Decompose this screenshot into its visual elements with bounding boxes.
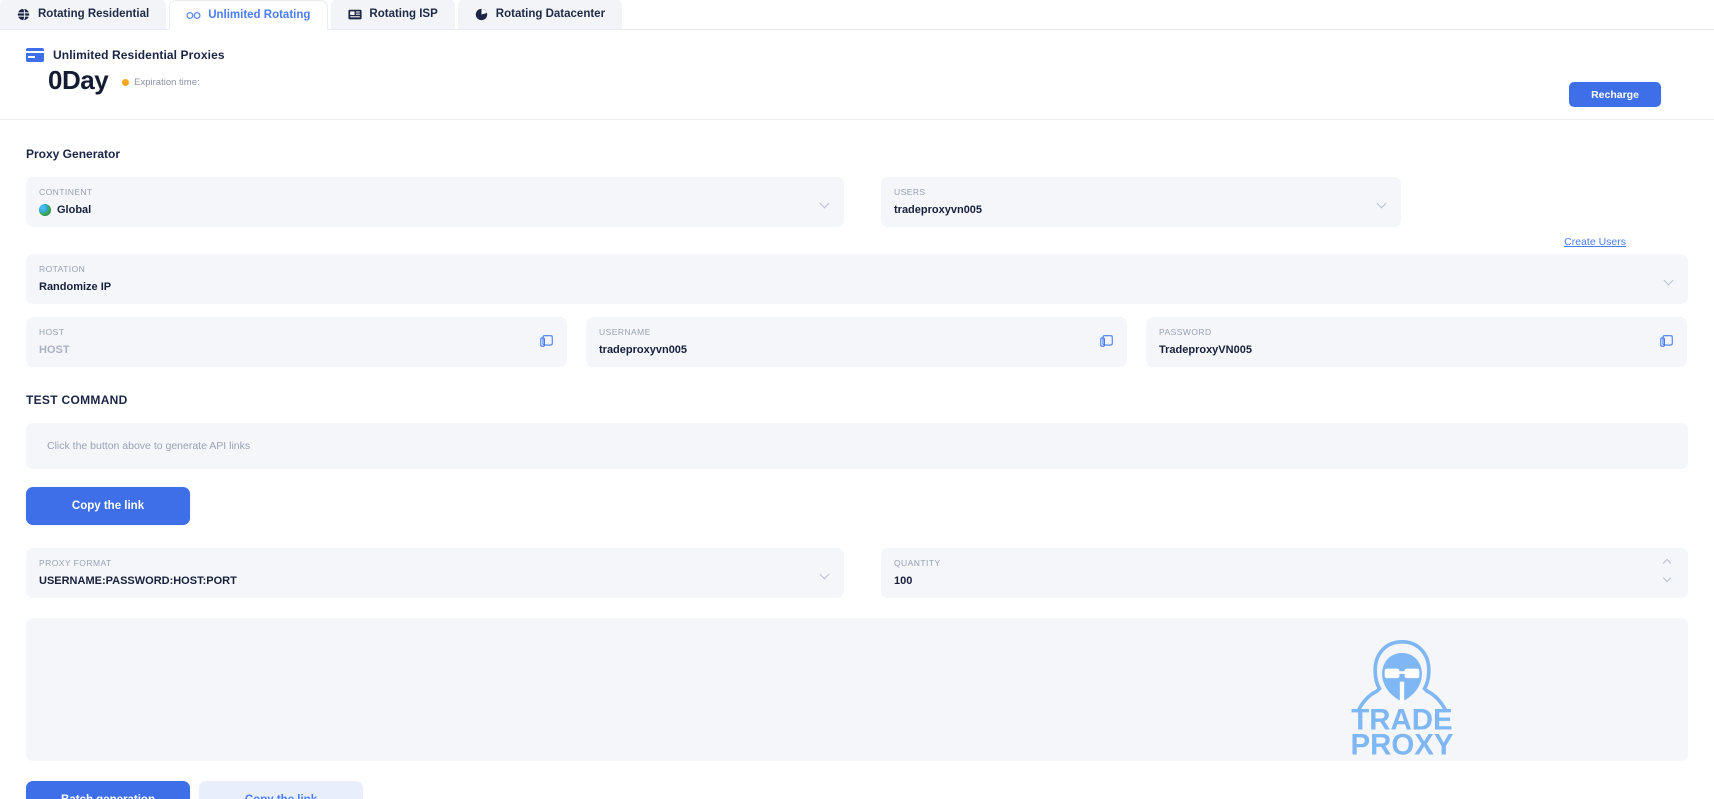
server-icon xyxy=(347,7,362,22)
rotation-select[interactable]: ROTATION Randomize IP xyxy=(26,254,1688,304)
globe-icon xyxy=(39,204,51,216)
quantity-label: QUANTITY xyxy=(894,558,941,568)
api-link-output: Click the button above to generate API l… xyxy=(26,423,1688,469)
row-gap xyxy=(844,177,881,227)
expiration-time: Expiration time: xyxy=(122,77,204,88)
plan-title-row: Unlimited Residential Proxies xyxy=(26,48,1714,62)
continent-users-row: CONTINENT Global USERS tradeproxyvn005 xyxy=(26,177,1688,227)
create-users-link[interactable]: Create Users xyxy=(1564,236,1626,248)
tab-label: Unlimited Rotating xyxy=(208,9,311,21)
status-dot-icon xyxy=(122,79,130,86)
copy-icon[interactable] xyxy=(1100,335,1113,348)
bottom-action-row: Batch generation Copy the link xyxy=(26,781,1688,799)
host-label: HOST xyxy=(39,327,65,337)
chevron-up-icon[interactable] xyxy=(1662,558,1672,568)
proxy-type-tabbar: Rotating Residential Unlimited Rotating … xyxy=(0,0,1714,30)
globe-icon xyxy=(16,7,31,22)
quantity-spinner xyxy=(1662,558,1672,585)
tab-rotating-residential[interactable]: Rotating Residential xyxy=(0,0,167,29)
quantity-stepper[interactable]: QUANTITY 100 xyxy=(881,548,1688,598)
expiration-label: Expiration time: xyxy=(134,77,200,88)
rotation-value: Randomize IP xyxy=(39,281,112,293)
recharge-button[interactable]: Recharge xyxy=(1569,82,1661,107)
batch-generation-button[interactable]: Batch generation xyxy=(26,781,190,799)
days-remaining: 0Day xyxy=(48,65,109,95)
copy-icon[interactable] xyxy=(540,335,553,348)
chevron-down-icon[interactable] xyxy=(1662,573,1672,585)
continent-value: Global xyxy=(57,204,92,216)
continent-label: CONTINENT xyxy=(39,187,93,197)
password-field[interactable]: PASSWORD TradeproxyVN005 xyxy=(1146,317,1687,367)
plan-title: Unlimited Residential Proxies xyxy=(53,48,225,62)
tab-rotating-isp[interactable]: Rotating ISP xyxy=(331,0,455,29)
tab-label: Rotating Datacenter xyxy=(495,8,606,20)
tab-unlimited-rotating[interactable]: Unlimited Rotating xyxy=(169,0,329,30)
continent-value-wrap: Global xyxy=(39,203,830,217)
username-value: tradeproxyvn005 xyxy=(599,344,688,356)
account-summary-card: Unlimited Residential Proxies 0Day Expir… xyxy=(0,30,1714,120)
users-value: tradeproxyvn005 xyxy=(894,204,983,216)
infinity-icon xyxy=(186,8,201,23)
format-quantity-row: PROXY FORMAT USERNAME:PASSWORD:HOST:PORT… xyxy=(26,548,1688,598)
tab-label: Rotating Residential xyxy=(38,8,150,20)
password-label: PASSWORD xyxy=(1159,327,1212,337)
proxy-format-select[interactable]: PROXY FORMAT USERNAME:PASSWORD:HOST:PORT xyxy=(26,548,844,598)
tradeproxy-watermark-logo: TRADE PROXY xyxy=(1350,634,1454,762)
create-users-row: Create Users xyxy=(26,236,1688,248)
proxy-format-label: PROXY FORMAT xyxy=(39,558,112,568)
plan-card-icon xyxy=(26,48,44,62)
continent-select[interactable]: CONTINENT Global xyxy=(26,177,844,227)
copy-icon[interactable] xyxy=(1660,335,1673,348)
row-gap xyxy=(844,548,881,598)
plan-days-row: 0Day Expiration time: xyxy=(48,65,1714,96)
host-value: HOST xyxy=(39,344,70,356)
quantity-value: 100 xyxy=(894,575,913,587)
users-select[interactable]: USERS tradeproxyvn005 xyxy=(881,177,1401,227)
proxy-list-output[interactable]: TRADE PROXY xyxy=(26,618,1688,761)
username-label: USERNAME xyxy=(599,327,651,337)
pie-chart-icon xyxy=(474,7,489,22)
tab-label: Rotating ISP xyxy=(369,8,438,20)
api-link-hint: Click the button above to generate API l… xyxy=(47,440,251,452)
copy-link-button-bottom[interactable]: Copy the link xyxy=(199,781,363,799)
tab-rotating-datacenter[interactable]: Rotating Datacenter xyxy=(457,0,623,29)
watermark-line2: PROXY xyxy=(1350,728,1453,757)
proxy-format-value: USERNAME:PASSWORD:HOST:PORT xyxy=(39,575,237,587)
credentials-row: HOST HOST USERNAME tradeproxyvn005 PASSW… xyxy=(26,317,1688,367)
host-field[interactable]: HOST HOST xyxy=(26,317,567,367)
username-field[interactable]: USERNAME tradeproxyvn005 xyxy=(586,317,1127,367)
test-command-title: TEST COMMAND xyxy=(26,393,128,407)
proxy-generator-panel: Proxy Generator CONTINENT Global USERS t… xyxy=(0,147,1714,799)
page-title: Proxy Generator xyxy=(26,147,121,161)
rotation-label: ROTATION xyxy=(39,264,86,274)
password-value: TradeproxyVN005 xyxy=(1159,344,1252,356)
users-label: USERS xyxy=(894,187,926,197)
copy-link-button-top[interactable]: Copy the link xyxy=(26,487,190,525)
